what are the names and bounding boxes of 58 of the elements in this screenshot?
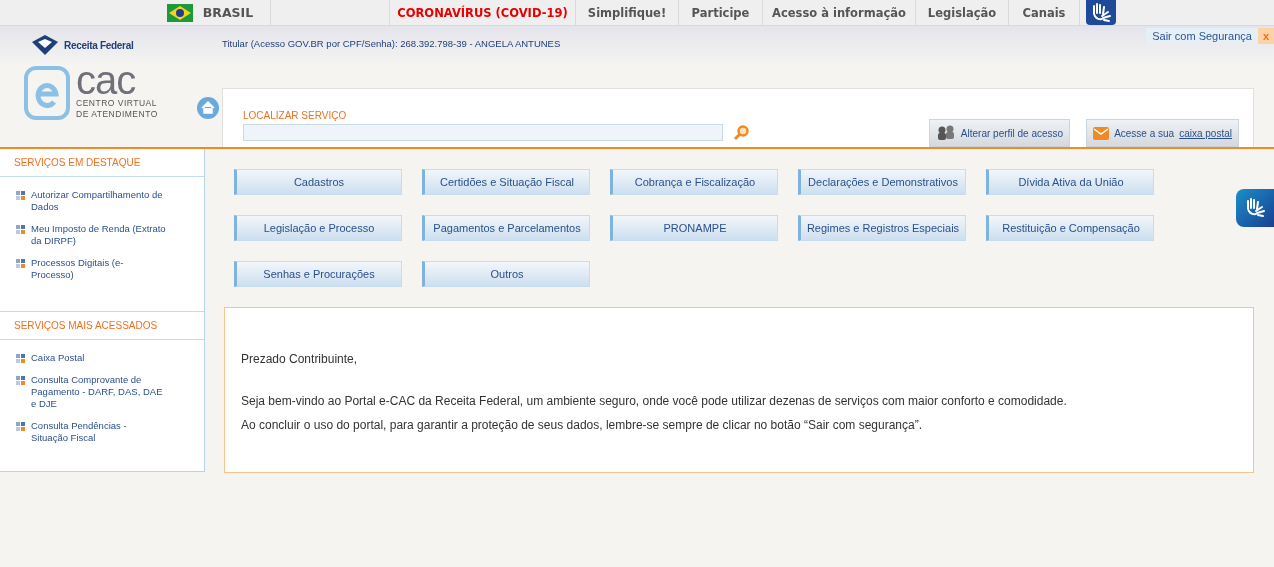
mailbox-label: Acesse a sua	[1114, 127, 1175, 139]
category-button[interactable]: Certidões e Situação Fiscal	[422, 169, 590, 195]
greeting: Prezado Contribuinte,	[241, 352, 359, 366]
section-title: SERVIÇOS EM DESTAQUE	[0, 149, 204, 177]
gov-bar-link[interactable]: Legislação	[927, 5, 997, 20]
logo-subtitle: CENTRO VIRTUAL DE ATENDIMENTO	[76, 98, 159, 120]
logout-link[interactable]: Sair com Segurança	[1146, 28, 1258, 44]
sidebar-link[interactable]: Processos Digitais (e-Processo)	[16, 257, 166, 281]
mailbox-button[interactable]: Acesse a sua caixa postal	[1086, 119, 1239, 147]
user-info: Titular (Acesso GOV.BR por CPF/Senha): 268.392.798-39 - ANGELA ANTUNES	[222, 38, 561, 49]
search-label: LOCALIZAR SERVIÇO	[243, 110, 348, 121]
category-button[interactable]: Legislação e Processo	[234, 215, 402, 241]
sidebar-link[interactable]: Caixa Postal	[16, 352, 166, 364]
category-button[interactable]: Regimes e Registros Especiais	[798, 215, 966, 241]
hands-icon	[1090, 1, 1112, 24]
section-title: SERVIÇOS MAIS ACESSADOS	[0, 312, 204, 340]
grid-icon	[16, 191, 25, 200]
grid-icon	[16, 422, 25, 431]
gov-bar-link[interactable]: Acesso à informação	[772, 5, 906, 20]
people-icon	[935, 125, 956, 141]
category-button[interactable]: Cobrança e Fiscalização	[610, 169, 778, 195]
grid-icon	[16, 376, 25, 385]
category-button[interactable]: Pagamentos e Parcelamentos	[422, 215, 590, 241]
sign-language-button[interactable]	[1236, 189, 1274, 227]
grid-icon	[16, 225, 25, 234]
category-button[interactable]: Restituição e Compensação	[986, 215, 1154, 241]
grid-icon	[16, 259, 25, 268]
mailbox-link[interactable]: caixa postal	[1179, 127, 1232, 139]
gov-bar-link[interactable]: Participe	[691, 5, 750, 20]
home-icon[interactable]	[196, 96, 220, 120]
category-button[interactable]: Cadastros	[234, 169, 402, 195]
e-logo-icon	[24, 66, 70, 120]
category-button[interactable]: Dívida Ativa da União	[986, 169, 1154, 195]
category-button[interactable]: Senhas e Procurações	[234, 261, 402, 287]
logo-text: cac	[76, 62, 136, 98]
category-button[interactable]: Outros	[422, 261, 590, 287]
category-button[interactable]: PRONAMPE	[610, 215, 778, 241]
gov-bar-link[interactable]: Canais	[1022, 5, 1066, 20]
flag-icon	[166, 3, 193, 22]
agency-logo-icon	[30, 34, 60, 56]
agency-name: Receita Federal	[64, 39, 134, 51]
change-profile-button[interactable]: Alterar perfil de acesso	[928, 119, 1071, 147]
welcome-text: Ao concluir o uso do portal, para garantir a proteção de seus dados, lembre-se sempre de clicar no botão “Sair com segurança”.	[241, 418, 924, 432]
envelope-icon	[1093, 126, 1110, 140]
welcome-text: Seja bem-vindo ao Portal e-CAC da Receita Federal, um ambiente seguro, onde você pode utilizar dezenas de serviços com maior conforto e comodidade.	[241, 394, 1068, 408]
search-field[interactable]	[243, 124, 723, 141]
search-icon[interactable]	[733, 124, 749, 141]
sign-language-button[interactable]	[1086, 0, 1116, 25]
category-button[interactable]: Declarações e Demonstrativos	[798, 169, 966, 195]
sidebar-link[interactable]: Autorizar Compartilhamento de Dados	[16, 189, 166, 213]
hands-icon	[1244, 197, 1266, 219]
gov-bar-link[interactable]: CORONAVÍRUS (COVID-19)	[397, 5, 568, 20]
sidebar-link[interactable]: Consulta Pendências - Situação Fiscal	[16, 420, 166, 444]
sidebar-link[interactable]: Consulta Comprovante de Pagamento - DARF, DAS, DAE e DJE	[16, 374, 166, 410]
gov-bar-link[interactable]: Simplifique!	[587, 5, 667, 20]
country-label: BRASIL	[202, 5, 254, 20]
sidebar-link[interactable]: Meu Imposto de Renda (Extrato da DIRPF)	[16, 223, 166, 247]
grid-icon	[16, 354, 25, 363]
